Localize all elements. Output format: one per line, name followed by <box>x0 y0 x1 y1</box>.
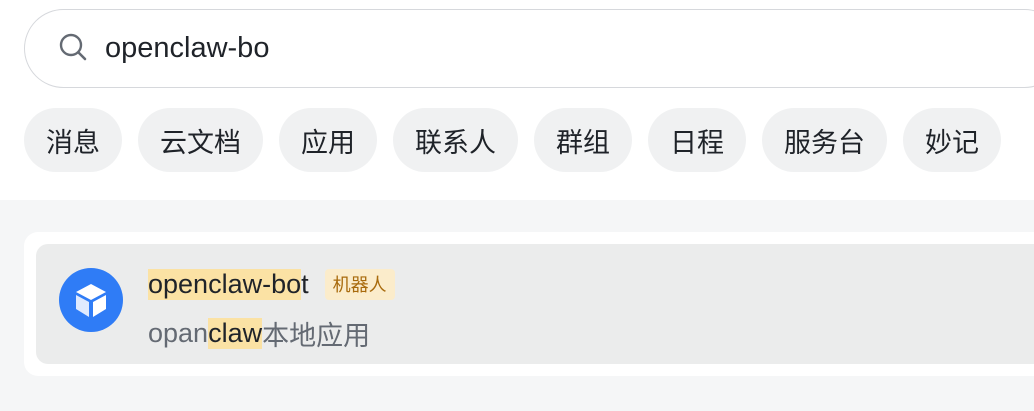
desc-prefix: opan <box>148 317 209 348</box>
result-title: openclaw-bo t 机器人 <box>148 266 395 302</box>
tab-messages[interactable]: 消息 <box>24 108 122 172</box>
desc-suffix: 本地应用 <box>262 320 371 352</box>
result-description: opan claw 本地应用 <box>148 314 370 352</box>
tab-cloud-docs[interactable]: 云文档 <box>138 108 263 172</box>
result-name-match: openclaw-bo <box>148 268 302 300</box>
results-card: openclaw-bo t 机器人 opan claw 本地应用 <box>24 232 1034 376</box>
bot-avatar <box>59 268 123 332</box>
search-header: 消息 云文档 应用 联系人 群组 日程 服务台 妙记 <box>0 0 1034 200</box>
bot-tag: 机器人 <box>324 268 395 300</box>
tab-help-desk[interactable]: 服务台 <box>762 108 887 172</box>
tab-apps[interactable]: 应用 <box>279 108 377 172</box>
tab-minutes[interactable]: 妙记 <box>903 108 1001 172</box>
cube-icon <box>76 284 106 317</box>
desc-match: claw <box>208 317 263 349</box>
tab-contacts[interactable]: 联系人 <box>393 108 518 172</box>
tab-calendar[interactable]: 日程 <box>648 108 746 172</box>
result-name-rest: t <box>301 268 309 299</box>
results-panel: openclaw-bo t 机器人 opan claw 本地应用 <box>0 200 1034 411</box>
tab-groups[interactable]: 群组 <box>534 108 632 172</box>
search-icon <box>59 33 87 61</box>
category-tabs: 消息 云文档 应用 联系人 群组 日程 服务台 妙记 <box>24 108 1001 172</box>
result-item-openclaw-bot[interactable]: openclaw-bo t 机器人 opan claw 本地应用 <box>36 244 1034 364</box>
search-input[interactable] <box>105 26 985 70</box>
